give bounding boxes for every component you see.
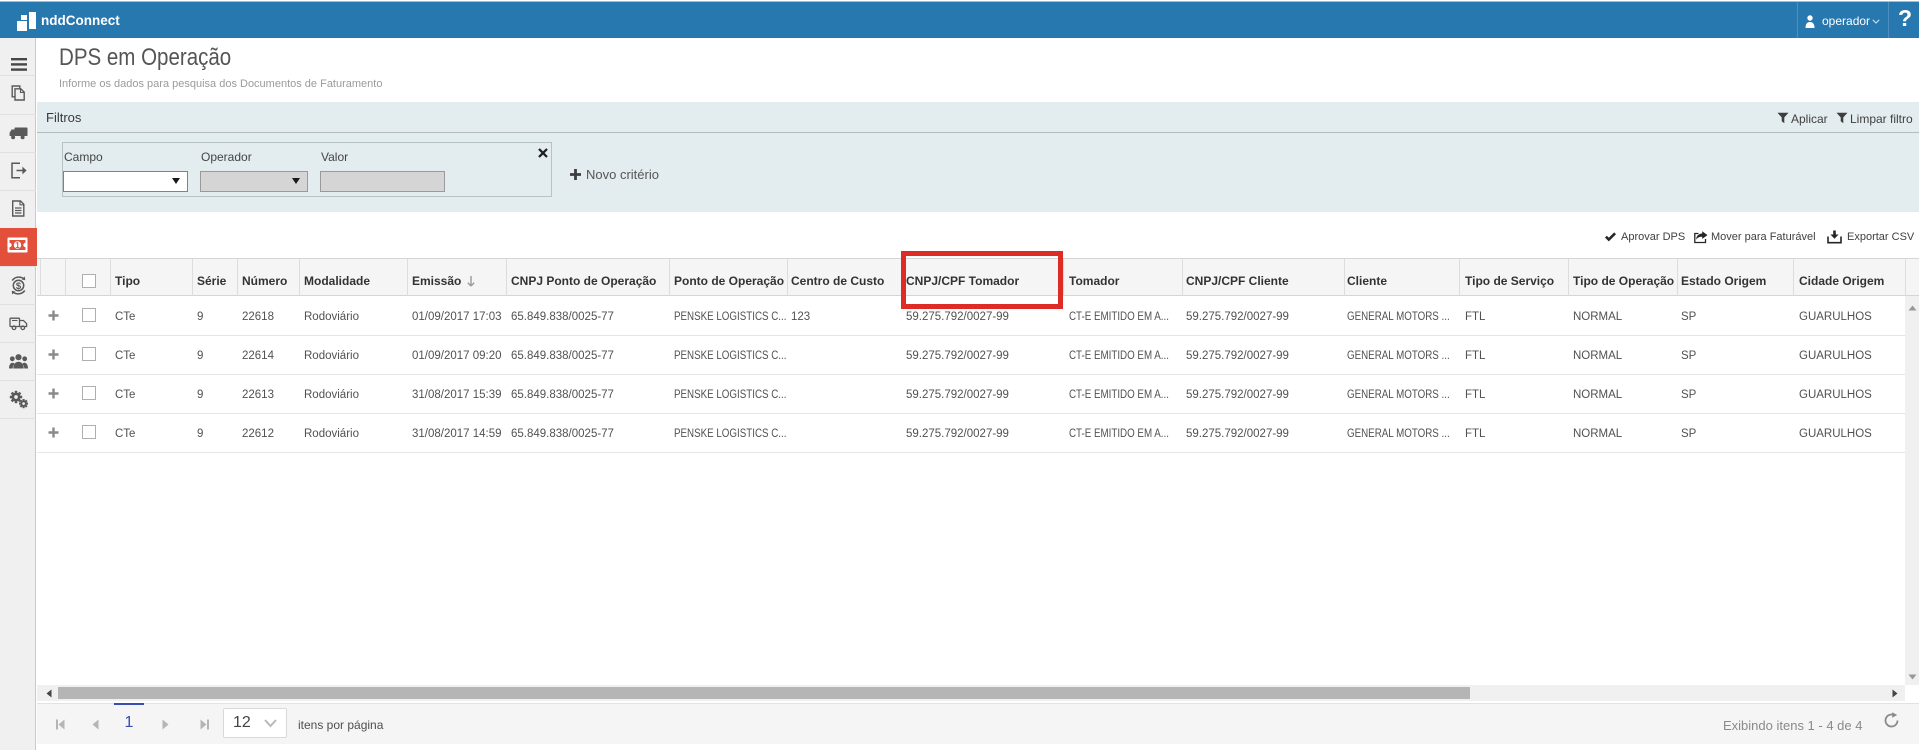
svg-text:1: 1 [15, 241, 20, 250]
svg-text:$: $ [16, 281, 22, 292]
